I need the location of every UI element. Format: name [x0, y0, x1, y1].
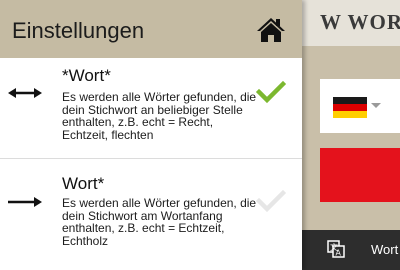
app-header: W WOR — [300, 0, 400, 46]
double-arrow-icon — [8, 88, 42, 98]
home-icon[interactable] — [256, 17, 286, 43]
check-icon — [256, 189, 286, 213]
panel-header: Einstellungen — [0, 0, 302, 58]
app-logo: W WOR — [320, 10, 400, 34]
option-title: *Wort* — [62, 66, 111, 85]
option-description: Es werden alle Wörter gefunden, die dein… — [62, 90, 257, 142]
option-description: Es werden alle Wörter gefunden, die dein… — [62, 196, 257, 248]
check-icon — [256, 80, 286, 104]
bottom-bar-label[interactable]: Wort — [371, 242, 398, 257]
svg-text:A: A — [336, 249, 342, 258]
settings-panel: Einstellungen *Wort* Es werden alle Wört… — [0, 0, 302, 270]
language-selector[interactable] — [320, 79, 400, 133]
option-starts-with-word[interactable]: Wort* Es werden alle Wörter gefunden, di… — [0, 159, 302, 270]
germany-flag-icon — [333, 97, 367, 118]
bottom-bar: 文 A Wort — [300, 230, 400, 270]
option-title: Wort* — [62, 174, 105, 193]
option-contains-word[interactable]: *Wort* Es werden alle Wörter gefunden, d… — [0, 58, 302, 159]
right-arrow-icon — [8, 197, 42, 207]
caret-down-icon — [371, 103, 381, 108]
translate-icon[interactable]: 文 A — [327, 240, 345, 258]
background-app: W WOR 文 A Wort — [300, 0, 400, 270]
search-action-button[interactable] — [320, 148, 400, 202]
page-title: Einstellungen — [12, 18, 145, 43]
